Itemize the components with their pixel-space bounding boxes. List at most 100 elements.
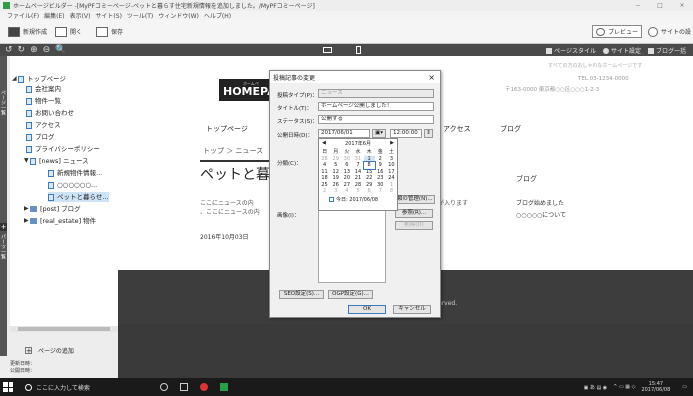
save-button[interactable]: 保存: [96, 26, 123, 37]
tree-item-properties[interactable]: 物件一覧: [26, 96, 61, 106]
calendar-day[interactable]: 5: [352, 188, 363, 195]
clock[interactable]: 15:47 2017/06/08: [641, 381, 676, 393]
tree-item-access[interactable]: アクセス: [26, 120, 61, 130]
ok-button[interactable]: OK: [348, 305, 386, 314]
calendar-day[interactable]: 8: [386, 188, 397, 195]
article-text-2: 、ここにニュースの内: [200, 209, 260, 216]
tree-item-post-blog[interactable]: ▶ [post] ブログ: [24, 204, 81, 214]
delete-image-button[interactable]: 削除(D): [395, 221, 433, 230]
breadcrumb[interactable]: トップ ＞ ニュース: [203, 146, 263, 156]
taskbar: ここに入力して検索 ▣ あ ▤ ◉ ^ ▭ ▦ ◇ 15:47 2017/06/0…: [0, 378, 693, 396]
pc-view-icon[interactable]: [323, 47, 332, 53]
tree-item-top[interactable]: ◢ トップページ: [12, 74, 66, 84]
image-preview: [318, 205, 386, 283]
mic-icon[interactable]: [159, 383, 168, 391]
back-icon[interactable]: ↺: [5, 45, 13, 55]
preview-button[interactable]: プレビュー: [591, 25, 642, 38]
gear-icon: [602, 48, 609, 54]
page-list-tab[interactable]: ページ一覧: [0, 90, 7, 115]
search-icon[interactable]: 🔍: [55, 45, 66, 55]
time-input[interactable]: 12:00:00: [390, 129, 422, 138]
site-settings-link[interactable]: サイト設定: [602, 46, 641, 55]
tree-item-company[interactable]: 会社案内: [26, 84, 61, 94]
dialog-title: 投稿記事の変更: [273, 74, 316, 82]
network-icon[interactable]: ^ ▭ ▦ ◇: [613, 384, 635, 390]
status-select[interactable]: 公開する: [318, 115, 434, 124]
minimize-button[interactable]: －: [627, 1, 649, 10]
maximize-button[interactable]: □: [649, 2, 671, 9]
calendar-dropdown-button[interactable]: ▣▾: [372, 129, 386, 138]
title-input[interactable]: ホームページ公開しました！: [318, 102, 434, 111]
scrollbar-thumb[interactable]: [18, 327, 110, 331]
browse-button[interactable]: 参照(R)...: [395, 209, 433, 218]
menu-tools[interactable]: ツール(T): [127, 11, 153, 20]
tree-item-privacy[interactable]: プライバシーポリシー: [26, 144, 100, 154]
page-icon: [26, 97, 32, 105]
today-button[interactable]: 今日: 2017/06/08: [319, 196, 397, 203]
date-input[interactable]: 2017/06/01: [318, 129, 370, 138]
menu-help[interactable]: ヘルプ(H): [204, 11, 231, 20]
homepage-builder-icon[interactable]: [219, 383, 228, 391]
side-tab-strip: ページ一覧 + パーツ一覧: [0, 56, 7, 356]
menu-view[interactable]: 表示(V): [70, 11, 91, 20]
calendar-day[interactable]: 6: [364, 188, 375, 195]
new-button[interactable]: 新規作成: [8, 26, 47, 37]
expand-icon[interactable]: +: [0, 223, 7, 231]
parts-list-tab[interactable]: パーツ一覧: [0, 234, 7, 259]
calendar-day[interactable]: 2: [319, 188, 330, 195]
post-type-select[interactable]: ニュース: [318, 89, 434, 98]
sidebar-blog-item[interactable]: ○○○○○について: [516, 210, 566, 219]
eye-icon: [595, 27, 605, 36]
mobile-view-icon[interactable]: [356, 46, 361, 54]
tree-item-pet[interactable]: ペットと暮らせ...: [48, 192, 109, 202]
calendar-day[interactable]: 3: [330, 188, 341, 195]
zoom-in-icon[interactable]: ⊕: [30, 45, 38, 55]
site-nav-access[interactable]: アクセス: [443, 124, 471, 134]
seo-settings-button[interactable]: SEO設定(S)...: [279, 290, 324, 299]
calendar-popup: ◀ 2017年6月 ▶ 日 月 火 水 木 金 土 28 29 30 31 1 …: [318, 138, 398, 211]
post-icon: [48, 193, 54, 201]
menu-bar: ファイル(F) 編集(E) 表示(V) サイト(S) ツール(T) ウィンドウ(…: [0, 11, 693, 20]
tree-item-contact[interactable]: お問い合わせ: [26, 108, 74, 118]
calendar-day[interactable]: 4: [341, 188, 352, 195]
time-spinner[interactable]: ⇕: [424, 129, 433, 138]
page-style-button[interactable]: ページスタイル: [546, 46, 596, 55]
update-info: 更新日時： 公開日時：: [10, 361, 36, 374]
zoom-out-icon[interactable]: ⊖: [43, 45, 51, 55]
dialog-close-button[interactable]: ×: [428, 73, 435, 82]
prev-month-button[interactable]: ◀: [322, 140, 326, 147]
tree-scrollbar[interactable]: [10, 326, 118, 332]
notification-icon[interactable]: ▭: [682, 384, 687, 390]
tree-item-blog[interactable]: ブログ: [26, 132, 55, 142]
task-view-icon[interactable]: [179, 383, 188, 391]
add-page-button[interactable]: + ページの追加: [25, 346, 74, 355]
blog-icon: [647, 48, 654, 54]
tree-item-news[interactable]: ▼ [news] ニュース: [24, 156, 89, 166]
next-month-button[interactable]: ▶: [390, 140, 394, 147]
tray-icons[interactable]: ▣ あ ▤ ◉: [584, 384, 608, 391]
sidebar-blog-heading: ブログ: [516, 175, 537, 183]
browser-icon[interactable]: [199, 383, 208, 391]
blog-info-link[interactable]: ブログ一括: [647, 46, 686, 55]
tree-item-placeholder[interactable]: ○○○○○○...: [48, 180, 97, 190]
site-nav-blog[interactable]: ブログ: [500, 124, 521, 134]
page-icon: [26, 133, 32, 141]
cancel-button[interactable]: キャンセル: [393, 305, 431, 314]
open-button[interactable]: 開く: [55, 26, 82, 37]
tree-item-real-estate[interactable]: ▶ [real_estate] 物件: [24, 216, 96, 226]
tree-item-new-property[interactable]: 新規物件情報...: [48, 168, 102, 178]
menu-edit[interactable]: 編集(E): [44, 11, 64, 20]
menu-window[interactable]: ウィンドウ(W): [158, 11, 199, 20]
windows-start-icon[interactable]: [3, 382, 13, 392]
taskbar-search[interactable]: ここに入力して検索: [25, 383, 90, 392]
menu-site[interactable]: サイト(S): [95, 11, 122, 20]
refresh-icon[interactable]: ↻: [18, 45, 26, 55]
menu-file[interactable]: ファイル(F): [7, 11, 39, 20]
site-settings-button[interactable]: サイトの設: [647, 26, 691, 37]
close-button[interactable]: ×: [671, 2, 693, 9]
site-nav-top[interactable]: トップページ: [206, 124, 248, 134]
window-title: ホームページビルダー -[MyPFコミーページ-ペットと暮らす住宅新規情報を追加…: [13, 3, 315, 10]
sidebar-blog-item[interactable]: ブログ始めました: [516, 198, 564, 207]
calendar-day[interactable]: 7: [375, 188, 386, 195]
ogp-settings-button[interactable]: OGP設定(G)...: [328, 290, 373, 299]
